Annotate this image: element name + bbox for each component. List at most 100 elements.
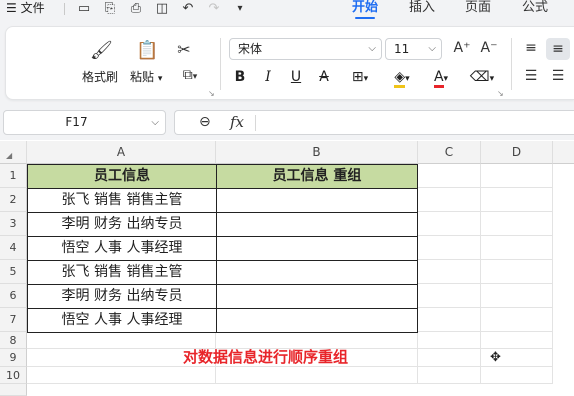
table-header-cell[interactable]: 员工信息 重组	[216, 164, 418, 189]
cell[interactable]	[418, 349, 481, 367]
divider	[511, 38, 512, 90]
align-center-icon[interactable]: ☰	[549, 68, 567, 86]
table-cell[interactable]: 张飞 销售 销售主管	[27, 260, 217, 285]
row-header[interactable]: 9	[0, 349, 27, 367]
font-color-button[interactable]: A▾	[426, 67, 456, 88]
increase-font-icon[interactable]: A⁺	[453, 40, 471, 58]
row-header[interactable]: 5	[0, 260, 27, 284]
row-header[interactable]: 7	[0, 308, 27, 332]
chevron-down-icon: ▾	[157, 74, 163, 84]
paste-icon[interactable]: 📋	[136, 40, 158, 62]
table-cell[interactable]	[216, 236, 418, 261]
cell[interactable]	[481, 188, 553, 212]
row-header[interactable]: 8	[0, 332, 27, 349]
fill-color-icon[interactable]: ◈▾	[386, 67, 418, 88]
cell[interactable]	[418, 367, 481, 384]
dialog-launcher-icon[interactable]: ↘	[208, 89, 215, 98]
tab-page[interactable]: 页面	[465, 0, 491, 20]
column-header[interactable]: D	[481, 141, 553, 164]
cell[interactable]	[481, 260, 553, 284]
table-cell[interactable]	[216, 260, 418, 285]
row-header[interactable]: 2	[0, 188, 27, 212]
cell[interactable]	[481, 308, 553, 332]
row-header[interactable]: 3	[0, 212, 27, 236]
divider	[255, 115, 256, 131]
cell[interactable]	[27, 367, 216, 384]
cell[interactable]	[481, 236, 553, 260]
row-header[interactable]	[0, 384, 27, 396]
undo-icon[interactable]: ↶	[180, 1, 196, 17]
cell[interactable]	[418, 308, 481, 332]
save-icon[interactable]: ▭	[76, 1, 92, 17]
cell[interactable]	[418, 164, 481, 188]
align-middle-icon[interactable]: ≡	[546, 38, 570, 60]
cut-icon[interactable]: ✂	[174, 40, 194, 60]
clear-format-icon[interactable]: ⌫▾	[466, 67, 498, 87]
spreadsheet-grid[interactable]: ◢ A B C D 1 2 3 4 5 6 7 8 9 10 员工信息 员工信息…	[0, 141, 574, 396]
table-cell[interactable]	[216, 188, 418, 213]
chevron-down-icon[interactable]: ▾	[232, 1, 248, 17]
align-left-icon[interactable]: ☰	[522, 68, 540, 86]
cell[interactable]	[418, 236, 481, 260]
cell[interactable]	[216, 367, 418, 384]
cell[interactable]	[418, 332, 481, 349]
column-header[interactable]: C	[418, 141, 481, 164]
row-header[interactable]: 10	[0, 367, 27, 384]
row-header[interactable]: 6	[0, 284, 27, 308]
decrease-font-icon[interactable]: A⁻	[480, 40, 498, 58]
print-preview-icon[interactable]: ◫	[154, 1, 170, 17]
print-icon[interactable]: ⎙	[128, 1, 144, 17]
paste-label[interactable]: 粘贴 ▾	[130, 68, 162, 85]
cell[interactable]	[481, 367, 553, 384]
underline-button[interactable]: U	[288, 67, 304, 87]
table-cell[interactable]: 悟空 人事 人事经理	[27, 236, 217, 261]
file-menu-label: 文件	[20, 1, 45, 15]
zoom-icon[interactable]: ⊖	[199, 114, 211, 130]
tab-insert[interactable]: 插入	[409, 0, 435, 20]
copy-icon[interactable]: ⧉▾	[176, 67, 204, 87]
format-painter-icon[interactable]: 🖌	[90, 40, 113, 62]
menu-bar: ☰ 文件 ▭ ⎘ ⎙ ◫ ↶ ↷ ▾ 开始 插入 页面 公式	[0, 0, 574, 20]
redo-icon[interactable]: ↷	[206, 1, 222, 17]
cell[interactable]	[481, 284, 553, 308]
table-cell[interactable]	[216, 308, 418, 333]
table-cell[interactable]	[216, 212, 418, 237]
cell[interactable]	[481, 164, 553, 188]
name-box[interactable]: F17 ⌵	[3, 110, 166, 135]
table-header-cell[interactable]: 员工信息	[27, 164, 217, 189]
font-size-select[interactable]: 11 ⌵	[385, 38, 442, 60]
file-menu[interactable]: ☰ 文件	[6, 0, 45, 18]
row-header[interactable]: 4	[0, 236, 27, 260]
cell[interactable]	[481, 212, 553, 236]
tab-home[interactable]: 开始	[352, 0, 378, 20]
bold-button[interactable]: B	[232, 67, 248, 87]
dialog-launcher-icon[interactable]: ↘	[497, 89, 504, 98]
align-top-icon[interactable]: ≡	[522, 40, 540, 58]
table-cell[interactable]: 悟空 人事 人事经理	[27, 308, 217, 333]
cell[interactable]	[481, 332, 553, 349]
table-cell[interactable]	[216, 284, 418, 309]
table-cell[interactable]: 李明 财务 出纳专员	[27, 284, 217, 309]
format-painter-label[interactable]: 格式刷	[82, 68, 118, 85]
column-header[interactable]: A	[27, 141, 216, 164]
export-icon[interactable]: ⎘	[102, 1, 118, 17]
fx-icon[interactable]: fx	[230, 113, 244, 131]
column-header[interactable]	[553, 141, 574, 164]
italic-button[interactable]: I	[260, 67, 276, 87]
cell[interactable]	[418, 284, 481, 308]
paste-text: 粘贴	[130, 70, 155, 84]
formula-bar[interactable]: ⊖ fx	[174, 110, 574, 135]
cell[interactable]	[418, 188, 481, 212]
strikethrough-button[interactable]: A	[316, 67, 332, 87]
table-cell[interactable]: 张飞 销售 销售主管	[27, 188, 217, 213]
cell[interactable]	[418, 260, 481, 284]
table-cell[interactable]: 李明 财务 出纳专员	[27, 212, 217, 237]
cell[interactable]	[418, 212, 481, 236]
row-header[interactable]: 1	[0, 164, 27, 188]
border-icon[interactable]: ⊞▾	[344, 67, 376, 87]
column-header[interactable]: B	[216, 141, 418, 164]
font-name-select[interactable]: 宋体 ⌵	[229, 38, 382, 60]
select-all-corner[interactable]: ◢	[0, 141, 27, 164]
tab-formula[interactable]: 公式	[522, 0, 548, 20]
instruction-note: 对数据信息进行顺序重组	[183, 348, 349, 366]
